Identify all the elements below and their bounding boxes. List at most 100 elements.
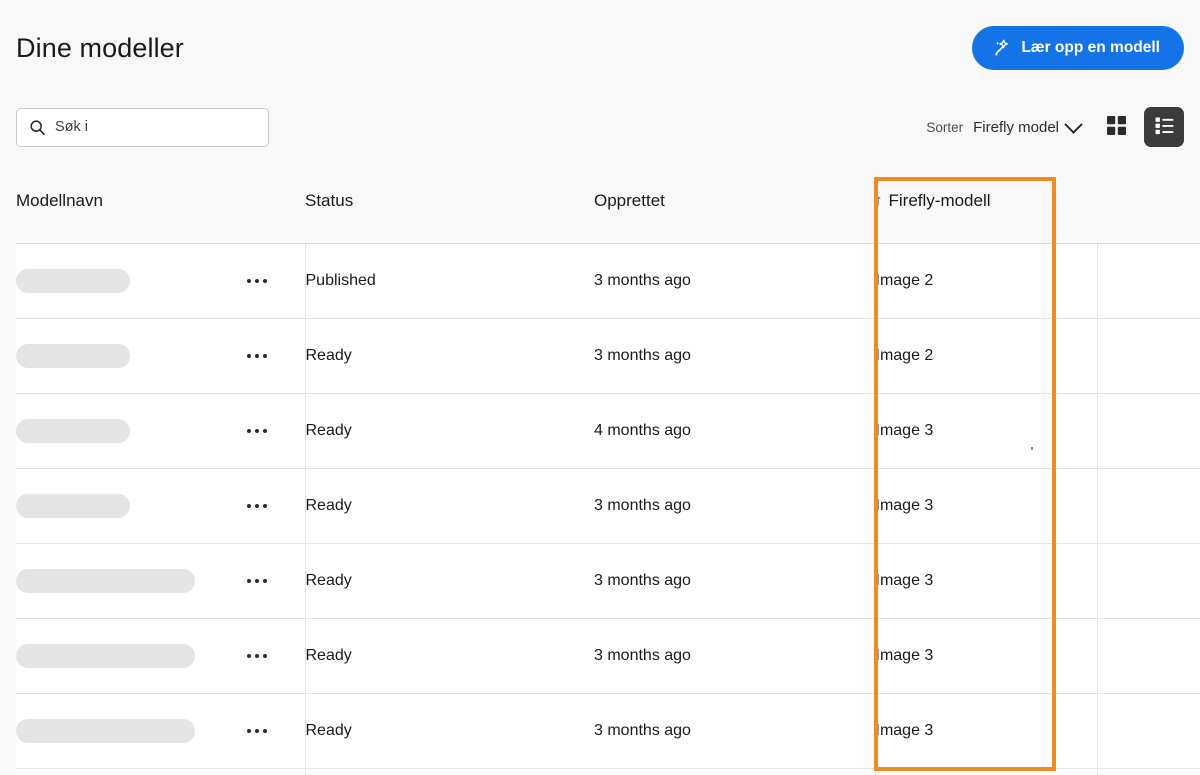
cell-model-name: [16, 543, 306, 619]
cell-status: Ready: [305, 468, 594, 544]
stray-mark: [1031, 447, 1033, 450]
model-name-redacted-placeholder: [16, 494, 130, 518]
more-options-icon[interactable]: [243, 500, 271, 512]
more-options-icon[interactable]: [243, 575, 271, 587]
models-table: Modellnavn Status Opprettet ↑ Firefly-mod…: [16, 158, 1200, 775]
cell-created: 4 months ago: [594, 393, 875, 469]
sort-dropdown[interactable]: Firefly model: [973, 114, 1083, 136]
cell-spacer: [1097, 468, 1200, 544]
model-name-redacted-placeholder: [16, 569, 195, 593]
grid-view-icon: [1105, 114, 1128, 140]
cell-firefly-model: Image 2: [874, 318, 1098, 394]
table-row[interactable]: [16, 768, 1200, 775]
model-name-redacted-placeholder: [16, 719, 195, 743]
more-options-icon[interactable]: [243, 425, 271, 437]
table-row[interactable]: Ready 3 months ago Image 3: [16, 468, 1200, 544]
column-header-modellnavn-label: Modellnavn: [16, 190, 103, 210]
model-name-redacted-placeholder: [16, 419, 130, 443]
cell-spacer: [1097, 318, 1200, 394]
cell-status: Ready: [305, 618, 594, 694]
table-row[interactable]: Ready 3 months ago Image 3: [16, 618, 1200, 694]
train-model-button-label: Lær opp en modell: [1021, 39, 1160, 56]
table-row[interactable]: Ready 3 months ago Image 3: [16, 543, 1200, 619]
cell-firefly-model: Image 3: [874, 468, 1098, 544]
model-name-wrapper: [16, 344, 305, 368]
toolbar-right-group: Sorter Firefly model: [926, 107, 1184, 147]
search-field[interactable]: [16, 107, 269, 147]
models-table-container: Modellnavn Status Opprettet ↑ Firefly-mod…: [0, 158, 1200, 775]
cell-created: 3 months ago: [594, 243, 875, 319]
model-name-wrapper: [16, 719, 305, 743]
table-row[interactable]: Published 3 months ago Image 2: [16, 243, 1200, 319]
cell-status: [305, 768, 594, 775]
cell-model-name: [16, 768, 306, 775]
grid-view-button[interactable]: [1096, 107, 1136, 147]
column-header-opprettet-label: Opprettet: [594, 190, 665, 210]
page-header: Dine modeller Lær opp en modell: [0, 0, 1200, 96]
column-header-status-label: Status: [305, 190, 354, 210]
view-toggle-group: [1096, 107, 1184, 147]
sort-ascending-icon: ↑: [875, 191, 883, 209]
cell-firefly-model: [874, 768, 1098, 775]
model-name-redacted-placeholder: [16, 269, 130, 293]
model-name-wrapper: [16, 569, 305, 593]
cell-created: 3 months ago: [594, 693, 875, 769]
cell-created: 3 months ago: [594, 468, 875, 544]
model-name-wrapper: [16, 494, 305, 518]
list-view-button[interactable]: [1144, 107, 1184, 147]
cell-firefly-model: Image 3: [874, 393, 1098, 469]
more-options-icon[interactable]: [243, 650, 271, 662]
model-name-wrapper: [16, 644, 305, 668]
cell-firefly-model: Image 3: [874, 618, 1098, 694]
table-row[interactable]: Ready 3 months ago Image 2: [16, 318, 1200, 394]
cell-model-name: [16, 468, 306, 544]
model-name-redacted-placeholder: [16, 644, 195, 668]
column-header-modellnavn[interactable]: Modellnavn: [16, 158, 305, 244]
toolbar: Sorter Firefly model: [0, 96, 1200, 158]
cell-created: 3 months ago: [594, 543, 875, 619]
list-view-icon: [1153, 114, 1176, 140]
table-header-row: Modellnavn Status Opprettet ↑ Firefly-mod…: [16, 158, 1200, 244]
cell-spacer: [1097, 243, 1200, 319]
more-options-icon[interactable]: [243, 725, 271, 737]
column-header-opprettet[interactable]: Opprettet: [594, 158, 875, 244]
cell-created: 3 months ago: [594, 318, 875, 394]
cell-firefly-model: Image 3: [874, 693, 1098, 769]
chevron-down-icon: [1064, 114, 1083, 134]
page-title: Dine modeller: [16, 32, 184, 63]
table-row[interactable]: Ready 4 months ago Image 3: [16, 393, 1200, 469]
column-header-spacer: [1097, 158, 1200, 244]
cell-spacer: [1097, 543, 1200, 619]
cell-status: Ready: [305, 393, 594, 469]
cell-spacer: [1097, 693, 1200, 769]
search-input[interactable]: [55, 119, 256, 135]
cell-model-name: [16, 318, 306, 394]
cell-status: Ready: [305, 318, 594, 394]
table-row[interactable]: Ready 3 months ago Image 3: [16, 693, 1200, 769]
train-model-button[interactable]: Lær opp en modell: [972, 26, 1184, 70]
cell-status: Ready: [305, 693, 594, 769]
cell-firefly-model: Image 3: [874, 543, 1098, 619]
more-options-icon[interactable]: [243, 350, 271, 362]
model-name-redacted-placeholder: [16, 344, 130, 368]
cell-model-name: [16, 393, 306, 469]
model-name-wrapper: [16, 419, 305, 443]
search-icon: [29, 119, 46, 136]
cell-firefly-model: Image 2: [874, 243, 1098, 319]
cell-spacer: [1097, 618, 1200, 694]
cell-created: [594, 768, 875, 775]
cell-model-name: [16, 243, 306, 319]
column-header-firefly-modell[interactable]: ↑ Firefly-modell: [875, 158, 1097, 244]
cell-model-name: [16, 693, 306, 769]
cell-model-name: [16, 618, 306, 694]
more-options-icon[interactable]: [243, 275, 271, 287]
column-header-status[interactable]: Status: [305, 158, 594, 244]
sort-dropdown-value: Firefly model: [973, 118, 1059, 136]
sort-label: Sorter: [926, 119, 964, 135]
cell-spacer: [1097, 393, 1200, 469]
cell-spacer: [1097, 768, 1200, 775]
magic-wand-icon: [992, 38, 1012, 58]
column-header-firefly-modell-label: Firefly-modell: [888, 190, 991, 210]
cell-created: 3 months ago: [594, 618, 875, 694]
model-name-wrapper: [16, 269, 305, 293]
